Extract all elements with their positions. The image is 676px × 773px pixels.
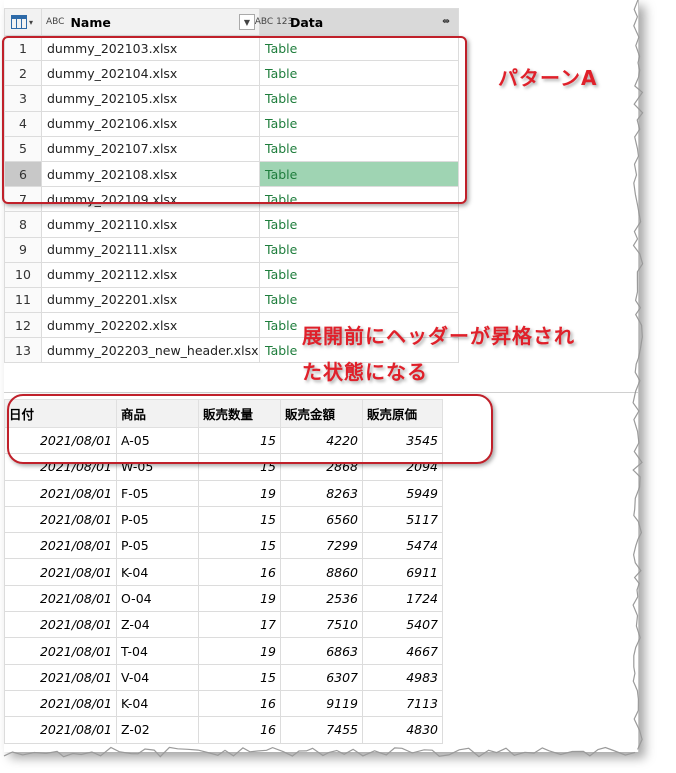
torn-edge-decoration bbox=[3, 0, 644, 758]
